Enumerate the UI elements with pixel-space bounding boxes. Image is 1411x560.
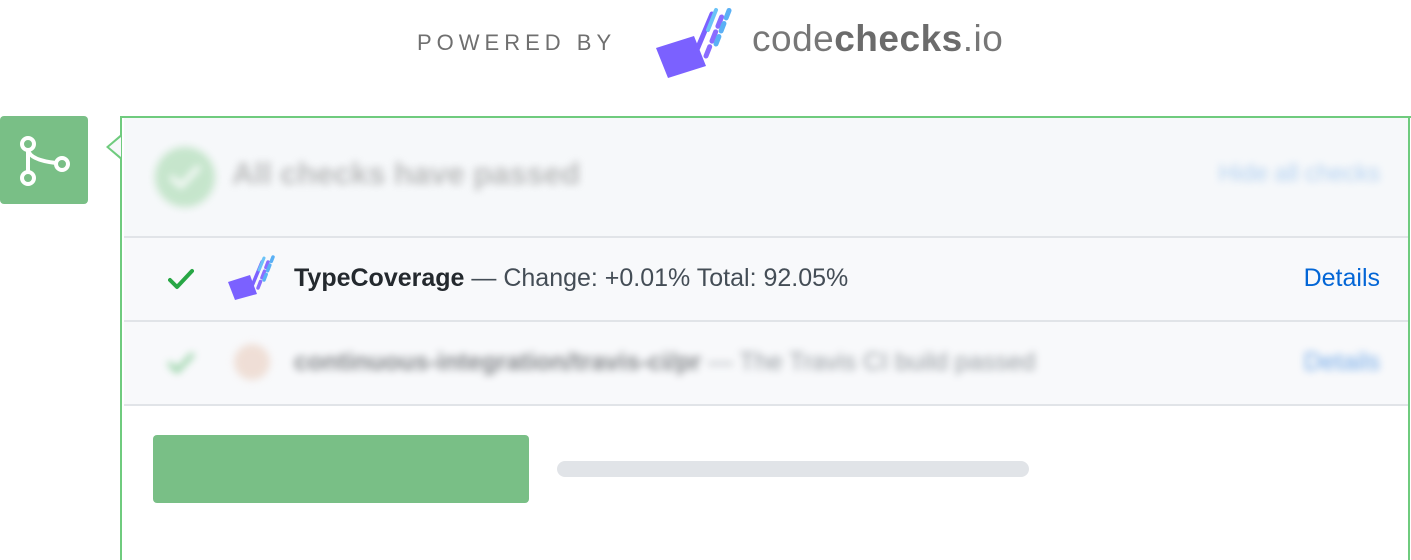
- merge-info-placeholder: [557, 461, 1029, 477]
- check-row-travis-ci: continuous-integration/travis-ci/pr — Th…: [124, 322, 1410, 406]
- check-success-icon: [168, 269, 194, 289]
- checks-summary: All checks have passed Hide all checks: [124, 118, 1410, 238]
- check-success-icon: [168, 353, 194, 373]
- merge-button[interactable]: [153, 435, 529, 503]
- check-description: — The Travis CI build passed: [707, 348, 1036, 376]
- check-details-link[interactable]: Details: [1304, 348, 1380, 377]
- codechecks-brand-name: codechecks.io: [752, 18, 1003, 60]
- check-row-text: TypeCoverage — Change: +0.01% Total: 92.…: [294, 264, 848, 293]
- merge-checks-panel: All checks have passed Hide all checks T…: [120, 116, 1411, 560]
- check-details-link[interactable]: Details: [1304, 264, 1380, 293]
- check-description: — Change: +0.01% Total: 92.05%: [471, 264, 849, 292]
- hide-all-checks-link[interactable]: Hide all checks: [1219, 160, 1380, 188]
- brand-name-suffix: .io: [962, 18, 1004, 59]
- check-name: continuous-integration/travis-ci/pr: [294, 348, 701, 376]
- checks-summary-title: All checks have passed: [232, 156, 581, 191]
- powered-by-banner: POWERED BY codechecks.io: [0, 0, 1411, 86]
- check-row-typecoverage: TypeCoverage — Change: +0.01% Total: 92.…: [124, 238, 1410, 322]
- codechecks-logo-icon: [228, 255, 275, 300]
- powered-by-label: POWERED BY: [417, 30, 617, 55]
- checks-passed-icon: [155, 147, 215, 207]
- brand-name-bold: checks: [834, 18, 963, 59]
- brand-name-light: code: [752, 18, 835, 59]
- travis-ci-avatar: [234, 344, 270, 380]
- merge-box-pointer-fill: [109, 137, 121, 157]
- codechecks-logo-icon: [656, 5, 733, 78]
- check-name: TypeCoverage: [294, 264, 465, 292]
- merge-box-right-border: [1408, 116, 1410, 560]
- git-branch-badge: [0, 116, 88, 204]
- check-row-text: continuous-integration/travis-ci/pr — Th…: [294, 348, 1035, 377]
- git-branch-icon: [20, 136, 70, 186]
